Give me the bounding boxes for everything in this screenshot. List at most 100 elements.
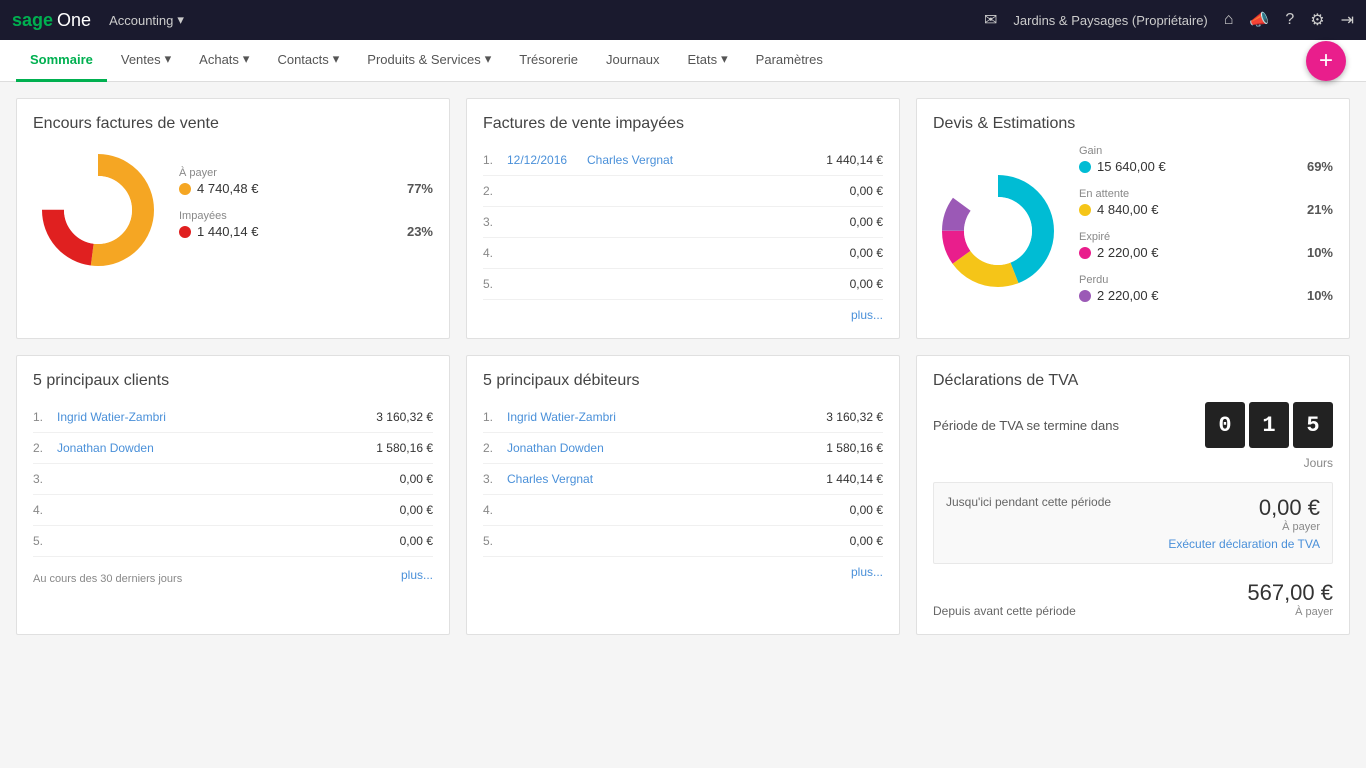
main-navigation: Sommaire Ventes▾ Achats▾ Contacts▾ Produ…	[0, 40, 1366, 82]
table-row: 3. 0,00 €	[483, 207, 883, 238]
list-item: 4. 0,00 €	[483, 495, 883, 526]
logout-icon[interactable]: ⇥	[1341, 10, 1354, 30]
countdown-boxes: 0 1 5	[1205, 402, 1333, 448]
achats-dropdown-icon: ▾	[243, 51, 250, 67]
countdown-digit-0: 0	[1205, 402, 1245, 448]
legend-expire: Expiré 2 220,00 € 10%	[1079, 231, 1333, 260]
nav-achats[interactable]: Achats▾	[185, 40, 263, 82]
invoice-client-1[interactable]: Charles Vergnat	[587, 153, 803, 167]
mail-icon[interactable]: ✉	[984, 10, 997, 30]
countdown-digit-1: 1	[1249, 402, 1289, 448]
add-button[interactable]: +	[1306, 41, 1346, 81]
clients-widget: 5 principaux clients 1. Ingrid Watier-Za…	[16, 355, 450, 635]
nav-tresorerie[interactable]: Trésorerie	[505, 40, 592, 82]
debiteur-amount-2: 1 580,16 €	[803, 441, 883, 455]
invoice-date-1[interactable]: 12/12/2016	[507, 153, 587, 167]
debiteur-amount-3: 1 440,14 €	[803, 472, 883, 486]
app-switcher[interactable]: Accounting ▾	[109, 12, 184, 28]
list-item: 4. 0,00 €	[33, 495, 433, 526]
devis-widget: Devis & Estimations Gain	[916, 98, 1350, 339]
client-amount-2: 1 580,16 €	[353, 441, 433, 455]
attente-dot	[1079, 204, 1091, 216]
app-name: Accounting	[109, 13, 173, 28]
factures-title: Factures de vente impayées	[483, 115, 883, 133]
impayees-dot	[179, 226, 191, 238]
legend-en-attente: En attente 4 840,00 € 21%	[1079, 188, 1333, 217]
nav-produits[interactable]: Produits & Services▾	[353, 40, 505, 82]
settings-icon[interactable]: ⚙	[1310, 10, 1324, 30]
produits-dropdown-icon: ▾	[485, 51, 492, 67]
legend-a-payer: À payer 4 740,48 € 77%	[179, 167, 433, 196]
client-amount-1: 3 160,32 €	[353, 410, 433, 424]
legend-gain: Gain 15 640,00 € 69%	[1079, 145, 1333, 174]
top-nav-right: ✉ Jardins & Paysages (Propriétaire) ⌂ 📣 …	[984, 10, 1354, 30]
table-row: 4. 0,00 €	[483, 238, 883, 269]
gain-dot	[1079, 161, 1091, 173]
nav-sommaire[interactable]: Sommaire	[16, 40, 107, 82]
help-icon[interactable]: ?	[1285, 11, 1294, 29]
invoice-list: 1. 12/12/2016 Charles Vergnat 1 440,14 €…	[483, 145, 883, 300]
factures-plus-link[interactable]: plus...	[483, 308, 883, 322]
countdown-digit-2: 5	[1293, 402, 1333, 448]
table-row: 2. 0,00 €	[483, 176, 883, 207]
invoice-amount-2: 0,00 €	[803, 184, 883, 198]
invoice-amount-1: 1 440,14 €	[803, 153, 883, 167]
ventes-dropdown-icon: ▾	[165, 51, 172, 67]
perdu-dot	[1079, 290, 1091, 302]
encours-donut	[33, 145, 163, 275]
a-payer-value: 4 740,48 €	[197, 181, 258, 196]
logo-one: One	[57, 10, 91, 31]
clients-plus-link[interactable]: plus...	[401, 568, 433, 582]
nav-journaux[interactable]: Journaux	[592, 40, 673, 82]
impayees-value: 1 440,14 €	[197, 224, 258, 239]
debiteurs-title: 5 principaux débiteurs	[483, 372, 883, 390]
tva-title: Déclarations de TVA	[933, 372, 1333, 390]
impayees-pct: 23%	[407, 224, 433, 239]
tva-execute-link[interactable]: Exécuter déclaration de TVA	[946, 537, 1320, 551]
encours-legend: À payer 4 740,48 € 77% Impayées 1 440,14…	[179, 167, 433, 253]
debiteur-name-1[interactable]: Ingrid Watier-Zambri	[507, 410, 803, 424]
debiteurs-plus-link[interactable]: plus...	[851, 565, 883, 579]
tva-periode-actuelle-label: Jusqu'ici pendant cette période	[946, 495, 1111, 509]
notification-icon[interactable]: 📣	[1249, 10, 1269, 30]
tva-depuis-amount: 567,00 €	[1247, 580, 1333, 606]
list-item: 3. Charles Vergnat 1 440,14 €	[483, 464, 883, 495]
company-name[interactable]: Jardins & Paysages (Propriétaire)	[1013, 13, 1207, 28]
contacts-dropdown-icon: ▾	[333, 51, 340, 67]
encours-title: Encours factures de vente	[33, 115, 433, 133]
devis-legend: Gain 15 640,00 € 69% En attente 4 840,00…	[1079, 145, 1333, 317]
expire-dot	[1079, 247, 1091, 259]
list-item: 3. 0,00 €	[33, 464, 433, 495]
debiteur-name-3[interactable]: Charles Vergnat	[507, 472, 803, 486]
nav-parametres[interactable]: Paramètres	[742, 40, 837, 82]
logo[interactable]: sage One	[12, 10, 91, 31]
list-item: 5. 0,00 €	[33, 526, 433, 557]
client-name-1[interactable]: Ingrid Watier-Zambri	[57, 410, 353, 424]
tva-depuis-payer: À payer	[1247, 606, 1333, 618]
clients-hint: Au cours des 30 derniers jours	[33, 573, 182, 585]
tva-periode-label: Période de TVA se termine dans	[933, 418, 1119, 433]
nav-etats[interactable]: Etats▾	[674, 40, 742, 82]
clients-list: 1. Ingrid Watier-Zambri 3 160,32 € 2. Jo…	[33, 402, 433, 557]
debiteurs-widget: 5 principaux débiteurs 1. Ingrid Watier-…	[466, 355, 900, 635]
logo-sage: sage	[12, 10, 53, 31]
top-navigation: sage One Accounting ▾ ✉ Jardins & Paysag…	[0, 0, 1366, 40]
encours-donut-section: À payer 4 740,48 € 77% Impayées 1 440,14…	[33, 145, 433, 275]
client-name-2[interactable]: Jonathan Dowden	[57, 441, 353, 455]
tva-countdown-section: Période de TVA se termine dans 0 1 5	[933, 402, 1333, 448]
nav-contacts[interactable]: Contacts▾	[263, 40, 353, 82]
legend-perdu: Perdu 2 220,00 € 10%	[1079, 274, 1333, 303]
debiteurs-list: 1. Ingrid Watier-Zambri 3 160,32 € 2. Jo…	[483, 402, 883, 557]
debiteur-name-2[interactable]: Jonathan Dowden	[507, 441, 803, 455]
list-item: 2. Jonathan Dowden 1 580,16 €	[483, 433, 883, 464]
tva-depuis-label: Depuis avant cette période	[933, 604, 1076, 618]
legend-impayees: Impayées 1 440,14 € 23%	[179, 210, 433, 239]
home-icon[interactable]: ⌂	[1224, 11, 1234, 29]
table-row: 5. 0,00 €	[483, 269, 883, 300]
clients-title: 5 principaux clients	[33, 372, 433, 390]
dashboard-content: Encours factures de vente À payer 4 740,…	[0, 82, 1366, 651]
nav-ventes[interactable]: Ventes▾	[107, 40, 185, 82]
etats-dropdown-icon: ▾	[721, 51, 728, 67]
debiteur-amount-1: 3 160,32 €	[803, 410, 883, 424]
tva-actuelle-block: Jusqu'ici pendant cette période 0,00 € À…	[933, 482, 1333, 564]
